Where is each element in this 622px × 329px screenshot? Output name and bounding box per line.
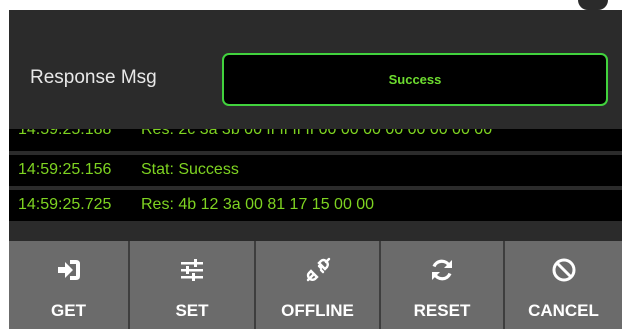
cancel-label: CANCEL (528, 301, 599, 320)
set-label: SET (175, 301, 209, 320)
log-row: 14:59:25.725 Res: 4b 12 3a 00 81 17 15 0… (9, 190, 622, 221)
log-message: Res: 2c 3a 3b 00 ff ff ff ff 00 00 00 00… (141, 129, 493, 138)
cancel-button[interactable]: CANCEL (505, 241, 622, 329)
get-button[interactable]: GET (9, 241, 128, 329)
ban-icon (505, 257, 622, 283)
action-toolbar: GET SET OFFLINE RESET CANCEL (9, 241, 622, 329)
refresh-icon (381, 257, 503, 283)
log-time: 14:59:25.188 (18, 129, 112, 138)
log-time: 14:59:25.156 (18, 161, 112, 178)
response-label: Response Msg (30, 67, 157, 88)
response-value-box: Success (222, 53, 608, 106)
set-button[interactable]: SET (130, 241, 254, 329)
reset-label: RESET (413, 301, 471, 320)
unplug-icon (256, 257, 379, 283)
status-bar-edge (0, 0, 622, 10)
log-row: 14:59:25.188 Res: 2c 3a 3b 00 ff ff ff f… (9, 129, 622, 151)
get-label: GET (51, 301, 86, 320)
response-value: Success (388, 72, 442, 87)
log-message: Stat: Success (141, 161, 239, 178)
log-message: Res: 4b 12 3a 00 81 17 15 00 00 (141, 196, 375, 213)
reset-button[interactable]: RESET (381, 241, 503, 329)
log-row: 14:59:25.156 Stat: Success (9, 155, 622, 186)
sliders-icon (130, 257, 254, 283)
log-list[interactable]: 14:59:25.188 Res: 2c 3a 3b 00 ff ff ff f… (9, 129, 622, 241)
offline-button[interactable]: OFFLINE (256, 241, 379, 329)
log-time: 14:59:25.725 (18, 196, 112, 213)
sign-in-icon (9, 257, 128, 283)
offline-label: OFFLINE (281, 301, 354, 320)
